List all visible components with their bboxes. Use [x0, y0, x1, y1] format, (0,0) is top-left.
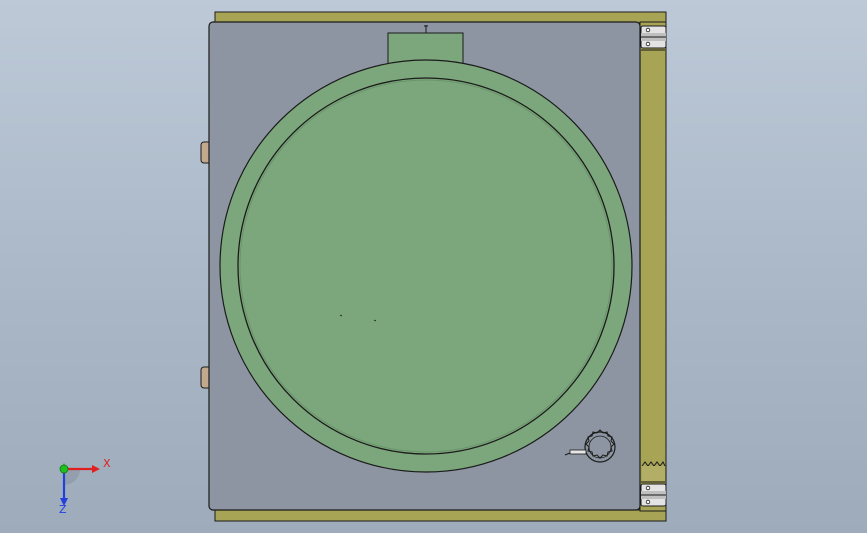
- hinge-top: [640, 25, 667, 49]
- frame-right-rail: [639, 21, 667, 512]
- axis-z-label: Z: [59, 503, 67, 516]
- hinge-bottom: [640, 483, 667, 507]
- outer-disc: [219, 59, 633, 473]
- frame-bottom-bar: [214, 509, 667, 522]
- cad-model-front-view[interactable]: [0, 0, 867, 533]
- frame-top-bar: [214, 11, 667, 24]
- graphics-viewport[interactable]: X Z: [0, 0, 867, 533]
- axis-x-label: X: [103, 457, 111, 470]
